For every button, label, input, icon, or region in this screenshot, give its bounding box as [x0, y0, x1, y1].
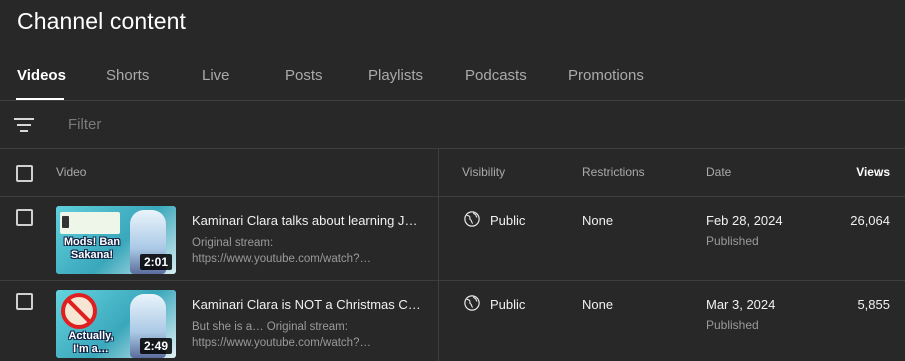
video-description: Original stream: https://www.youtube.com…	[192, 235, 424, 267]
video-thumbnail[interactable]: Mods! Ban Sakana! 2:01	[56, 206, 176, 274]
tab-playlists[interactable]: Playlists	[368, 67, 423, 84]
restrictions-value: None	[582, 213, 614, 228]
date-status: Published	[706, 318, 759, 332]
video-title[interactable]: Kaminari Clara is NOT a Christmas Ca…	[192, 297, 424, 312]
tab-shorts[interactable]: Shorts	[106, 67, 149, 84]
filter-icon[interactable]	[14, 117, 34, 133]
tab-posts[interactable]: Posts	[285, 67, 323, 84]
thumbnail-caption: Actually, I'm a…	[68, 330, 114, 355]
video-duration: 2:01	[139, 254, 172, 270]
views-count: 5,855	[857, 297, 890, 312]
filter-bar: Filter	[0, 101, 905, 149]
restrictions-value: None	[582, 297, 614, 312]
content-tabs: Videos Shorts Live Posts Playlists Podca…	[0, 58, 905, 101]
video-title[interactable]: Kaminari Clara talks about learning Ja…	[192, 213, 424, 228]
active-tab-indicator	[16, 98, 64, 100]
views-count: 26,064	[850, 213, 890, 228]
description-line: But she is a… Original stream:	[192, 321, 348, 333]
description-line: https://www.youtube.com/watch?…	[192, 253, 371, 265]
tab-videos[interactable]: Videos	[17, 67, 66, 84]
video-duration: 2:49	[139, 338, 172, 354]
row-checkbox[interactable]	[16, 293, 33, 310]
table-row: Mods! Ban Sakana! 2:01 Kaminari Clara ta…	[0, 197, 905, 281]
table-row: Actually, I'm a… 2:49 Kaminari Clara is …	[0, 281, 905, 361]
visibility-status[interactable]: Public	[490, 213, 525, 228]
tab-promotions[interactable]: Promotions	[568, 67, 644, 84]
date-value: Mar 3, 2024	[706, 297, 776, 312]
select-all-checkbox[interactable]	[16, 165, 33, 182]
sort-down-icon[interactable]: ↓	[876, 164, 883, 179]
visibility-status[interactable]: Public	[490, 297, 525, 312]
globe-icon[interactable]	[463, 294, 481, 312]
date-status: Published	[706, 234, 759, 248]
filter-input[interactable]: Filter	[68, 116, 101, 133]
header-video: Video	[56, 165, 87, 179]
table-header: Video Visibility Restrictions Date Views…	[0, 149, 905, 197]
header-visibility[interactable]: Visibility	[462, 165, 505, 179]
video-thumbnail[interactable]: Actually, I'm a… 2:49	[56, 290, 176, 358]
video-description: But she is a… Original stream: https://w…	[192, 319, 424, 351]
header-date[interactable]: Date	[706, 165, 731, 179]
globe-icon[interactable]	[463, 210, 481, 228]
tab-live[interactable]: Live	[202, 67, 230, 84]
tab-podcasts[interactable]: Podcasts	[465, 67, 527, 84]
description-line: Original stream:	[192, 237, 274, 249]
description-line: https://www.youtube.com/watch?…	[192, 337, 371, 349]
date-value: Feb 28, 2024	[706, 213, 783, 228]
row-checkbox[interactable]	[16, 209, 33, 226]
header-restrictions[interactable]: Restrictions	[582, 165, 645, 179]
page-title: Channel content	[17, 8, 187, 34]
thumbnail-caption: Mods! Ban Sakana!	[63, 236, 121, 261]
